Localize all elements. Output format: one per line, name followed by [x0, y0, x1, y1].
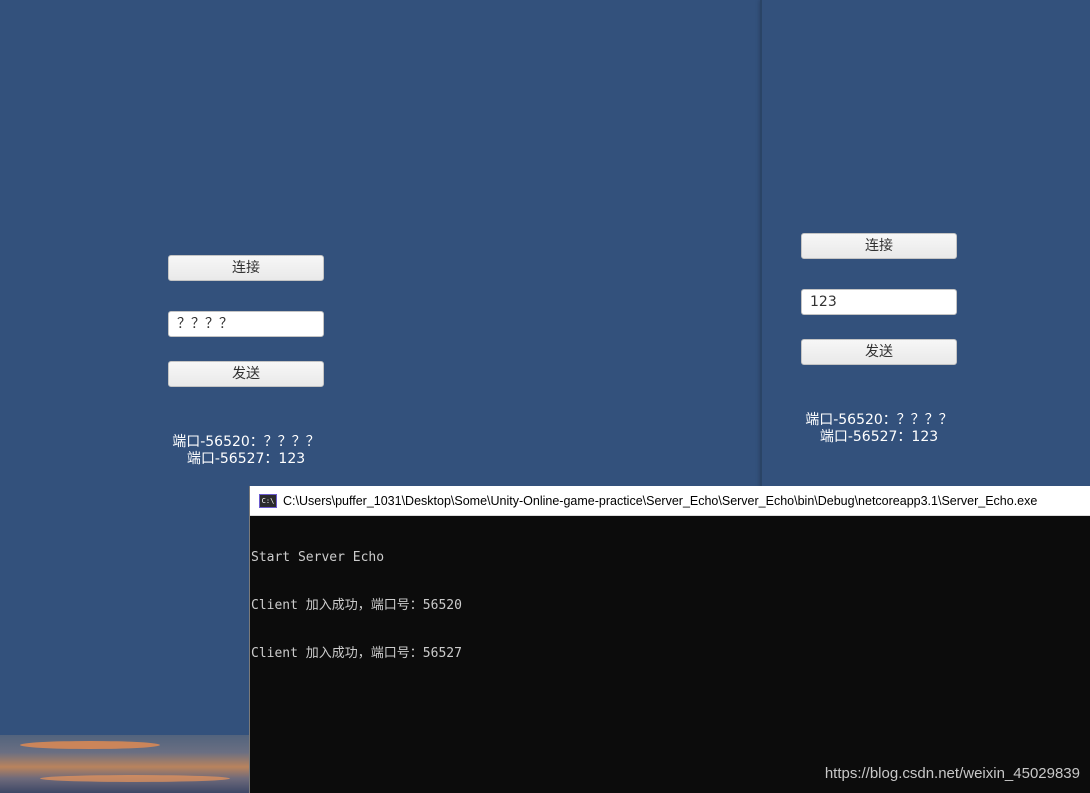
- log-line: 端口-56520：？？？？: [172, 434, 320, 450]
- server-console-window: C:\ C:\Users\puffer_1031\Desktop\Some\Un…: [249, 486, 1090, 793]
- message-log: 端口-56520：？？？？ 端口-56527：123: [168, 434, 324, 468]
- connect-button[interactable]: 连接: [801, 233, 957, 259]
- console-line: Start Server Echo: [251, 550, 385, 565]
- log-line: 端口-56520：？？？？: [805, 412, 953, 428]
- watermark-text: https://blog.csdn.net/weixin_45029839: [824, 765, 1080, 782]
- log-line: 端口-56527：123: [186, 451, 306, 467]
- console-app-icon: C:\: [259, 493, 277, 508]
- log-line: 端口-56527：123: [819, 429, 939, 445]
- desktop-wallpaper: [0, 735, 250, 793]
- message-input[interactable]: ？？？？: [168, 311, 324, 337]
- console-output[interactable]: Start Server Echo Client 加入成功，端口号：56520 …: [250, 516, 1090, 694]
- send-button[interactable]: 发送: [801, 339, 957, 365]
- connect-button[interactable]: 连接: [168, 255, 324, 281]
- console-line: Client 加入成功，端口号：56520: [251, 598, 462, 613]
- message-log: 端口-56520：？？？？ 端口-56527：123: [801, 412, 957, 446]
- console-titlebar[interactable]: C:\ C:\Users\puffer_1031\Desktop\Some\Un…: [250, 486, 1090, 516]
- send-button[interactable]: 发送: [168, 361, 324, 387]
- console-title: C:\Users\puffer_1031\Desktop\Some\Unity-…: [283, 493, 1038, 508]
- message-input[interactable]: 123: [801, 289, 957, 315]
- console-line: Client 加入成功，端口号：56527: [251, 646, 462, 661]
